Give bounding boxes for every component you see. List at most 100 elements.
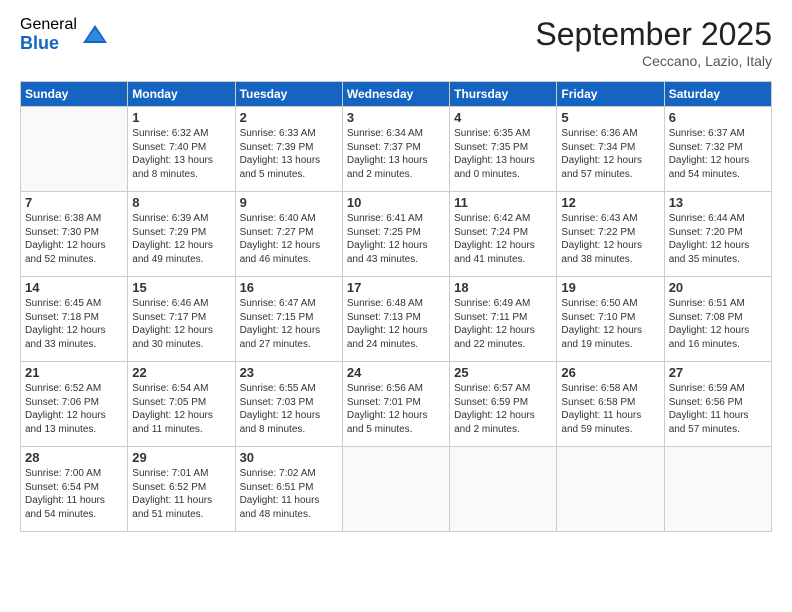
day-info: Sunrise: 6:42 AM Sunset: 7:24 PM Dayligh… xyxy=(454,212,552,266)
day-info: Sunrise: 6:36 AM Sunset: 7:34 PM Dayligh… xyxy=(561,127,659,181)
day-number: 1 xyxy=(132,110,230,125)
day-number: 6 xyxy=(669,110,767,125)
table-row: 23 Sunrise: 6:55 AM Sunset: 7:03 PM Dayli… xyxy=(235,362,342,447)
day-info: Sunrise: 6:40 AM Sunset: 7:27 PM Dayligh… xyxy=(240,212,338,266)
table-row: 18Sunrise: 6:49 AM Sunset: 7:11 PM Dayli… xyxy=(450,277,557,362)
table-row xyxy=(664,447,771,532)
table-row: 11 Sunrise: 6:42 AM Sunset: 7:24 PM Dayli… xyxy=(450,192,557,277)
table-row: 19 Sunrise: 6:50 AM Sunset: 7:10 PM Dayli… xyxy=(557,277,664,362)
table-row xyxy=(557,447,664,532)
day-info: Sunrise: 6:58 AM Sunset: 6:58 PM Dayligh… xyxy=(561,382,659,436)
table-row: 2 Sunrise: 6:33 AM Sunset: 7:39 PM Daylig… xyxy=(235,107,342,192)
day-number: 9 xyxy=(240,195,338,210)
table-row: 24Sunrise: 6:56 AM Sunset: 7:01 PM Dayli… xyxy=(342,362,449,447)
day-number: 18 xyxy=(454,280,552,295)
day-number: 2 xyxy=(240,110,338,125)
table-row: 30 Sunrise: 7:02 AM Sunset: 6:51 PM Dayli… xyxy=(235,447,342,532)
calendar-week-row: 1Sunrise: 6:32 AM Sunset: 7:40 PM Daylig… xyxy=(21,107,772,192)
day-number: 10 xyxy=(347,195,445,210)
day-number: 22 xyxy=(132,365,230,380)
table-row: 1Sunrise: 6:32 AM Sunset: 7:40 PM Daylig… xyxy=(128,107,235,192)
calendar-header-row: Sunday Monday Tuesday Wednesday Thursday… xyxy=(21,82,772,107)
day-number: 26 xyxy=(561,365,659,380)
day-number: 15 xyxy=(132,280,230,295)
table-row: 9 Sunrise: 6:40 AM Sunset: 7:27 PM Daylig… xyxy=(235,192,342,277)
table-row: 17 Sunrise: 6:48 AM Sunset: 7:13 PM Dayli… xyxy=(342,277,449,362)
table-row: 10 Sunrise: 6:41 AM Sunset: 7:25 PM Dayli… xyxy=(342,192,449,277)
table-row: 28 Sunrise: 7:00 AM Sunset: 6:54 PM Dayli… xyxy=(21,447,128,532)
day-number: 7 xyxy=(25,195,123,210)
logo-general: General xyxy=(20,16,77,34)
day-info: Sunrise: 6:55 AM Sunset: 7:03 PM Dayligh… xyxy=(240,382,338,436)
header-saturday: Saturday xyxy=(664,82,771,107)
day-number: 17 xyxy=(347,280,445,295)
calendar-week-row: 21 Sunrise: 6:52 AM Sunset: 7:06 PM Dayli… xyxy=(21,362,772,447)
day-info: Sunrise: 6:52 AM Sunset: 7:06 PM Dayligh… xyxy=(25,382,123,436)
header-wednesday: Wednesday xyxy=(342,82,449,107)
day-info: Sunrise: 6:43 AM Sunset: 7:22 PM Dayligh… xyxy=(561,212,659,266)
day-info: Sunrise: 6:56 AM Sunset: 7:01 PM Dayligh… xyxy=(347,382,445,436)
day-number: 30 xyxy=(240,450,338,465)
day-info: Sunrise: 6:57 AM Sunset: 6:59 PM Dayligh… xyxy=(454,382,552,436)
day-info: Sunrise: 6:38 AM Sunset: 7:30 PM Dayligh… xyxy=(25,212,123,266)
day-info: Sunrise: 6:39 AM Sunset: 7:29 PM Dayligh… xyxy=(132,212,230,266)
day-number: 23 xyxy=(240,365,338,380)
day-number: 28 xyxy=(25,450,123,465)
header-tuesday: Tuesday xyxy=(235,82,342,107)
day-number: 4 xyxy=(454,110,552,125)
day-info: Sunrise: 7:00 AM Sunset: 6:54 PM Dayligh… xyxy=(25,467,123,521)
header-thursday: Thursday xyxy=(450,82,557,107)
logo: General Blue xyxy=(20,16,109,53)
table-row: 14 Sunrise: 6:45 AM Sunset: 7:18 PM Dayli… xyxy=(21,277,128,362)
table-row xyxy=(21,107,128,192)
day-number: 8 xyxy=(132,195,230,210)
day-info: Sunrise: 6:34 AM Sunset: 7:37 PM Dayligh… xyxy=(347,127,445,181)
table-row: 7 Sunrise: 6:38 AM Sunset: 7:30 PM Daylig… xyxy=(21,192,128,277)
logo-blue: Blue xyxy=(20,34,77,54)
table-row: 26 Sunrise: 6:58 AM Sunset: 6:58 PM Dayli… xyxy=(557,362,664,447)
day-number: 20 xyxy=(669,280,767,295)
day-info: Sunrise: 6:35 AM Sunset: 7:35 PM Dayligh… xyxy=(454,127,552,181)
day-info: Sunrise: 6:41 AM Sunset: 7:25 PM Dayligh… xyxy=(347,212,445,266)
day-info: Sunrise: 6:48 AM Sunset: 7:13 PM Dayligh… xyxy=(347,297,445,351)
day-info: Sunrise: 6:33 AM Sunset: 7:39 PM Dayligh… xyxy=(240,127,338,181)
day-info: Sunrise: 6:54 AM Sunset: 7:05 PM Dayligh… xyxy=(132,382,230,436)
day-info: Sunrise: 6:45 AM Sunset: 7:18 PM Dayligh… xyxy=(25,297,123,351)
table-row: 25Sunrise: 6:57 AM Sunset: 6:59 PM Dayli… xyxy=(450,362,557,447)
day-number: 12 xyxy=(561,195,659,210)
day-info: Sunrise: 6:44 AM Sunset: 7:20 PM Dayligh… xyxy=(669,212,767,266)
day-number: 19 xyxy=(561,280,659,295)
calendar-week-row: 28 Sunrise: 7:00 AM Sunset: 6:54 PM Dayli… xyxy=(21,447,772,532)
day-info: Sunrise: 6:50 AM Sunset: 7:10 PM Dayligh… xyxy=(561,297,659,351)
location: Ceccano, Lazio, Italy xyxy=(535,53,772,69)
table-row: 12 Sunrise: 6:43 AM Sunset: 7:22 PM Dayli… xyxy=(557,192,664,277)
calendar-week-row: 14 Sunrise: 6:45 AM Sunset: 7:18 PM Dayli… xyxy=(21,277,772,362)
day-number: 21 xyxy=(25,365,123,380)
day-info: Sunrise: 6:47 AM Sunset: 7:15 PM Dayligh… xyxy=(240,297,338,351)
header: General Blue September 2025 Ceccano, Laz… xyxy=(20,16,772,69)
header-sunday: Sunday xyxy=(21,82,128,107)
table-row xyxy=(342,447,449,532)
calendar-table: Sunday Monday Tuesday Wednesday Thursday… xyxy=(20,81,772,532)
logo-icon xyxy=(81,21,109,49)
day-number: 29 xyxy=(132,450,230,465)
table-row: 4 Sunrise: 6:35 AM Sunset: 7:35 PM Daylig… xyxy=(450,107,557,192)
header-monday: Monday xyxy=(128,82,235,107)
table-row: 29Sunrise: 7:01 AM Sunset: 6:52 PM Dayli… xyxy=(128,447,235,532)
table-row: 22 Sunrise: 6:54 AM Sunset: 7:05 PM Dayli… xyxy=(128,362,235,447)
table-row: 27 Sunrise: 6:59 AM Sunset: 6:56 PM Dayli… xyxy=(664,362,771,447)
day-number: 11 xyxy=(454,195,552,210)
day-info: Sunrise: 7:02 AM Sunset: 6:51 PM Dayligh… xyxy=(240,467,338,521)
table-row: 8 Sunrise: 6:39 AM Sunset: 7:29 PM Daylig… xyxy=(128,192,235,277)
header-friday: Friday xyxy=(557,82,664,107)
table-row: 6Sunrise: 6:37 AM Sunset: 7:32 PM Daylig… xyxy=(664,107,771,192)
table-row xyxy=(450,447,557,532)
page-container: General Blue September 2025 Ceccano, Laz… xyxy=(0,0,792,542)
table-row: 21 Sunrise: 6:52 AM Sunset: 7:06 PM Dayli… xyxy=(21,362,128,447)
day-number: 5 xyxy=(561,110,659,125)
day-info: Sunrise: 6:59 AM Sunset: 6:56 PM Dayligh… xyxy=(669,382,767,436)
calendar-week-row: 7 Sunrise: 6:38 AM Sunset: 7:30 PM Daylig… xyxy=(21,192,772,277)
day-number: 27 xyxy=(669,365,767,380)
day-number: 14 xyxy=(25,280,123,295)
table-row: 3Sunrise: 6:34 AM Sunset: 7:37 PM Daylig… xyxy=(342,107,449,192)
